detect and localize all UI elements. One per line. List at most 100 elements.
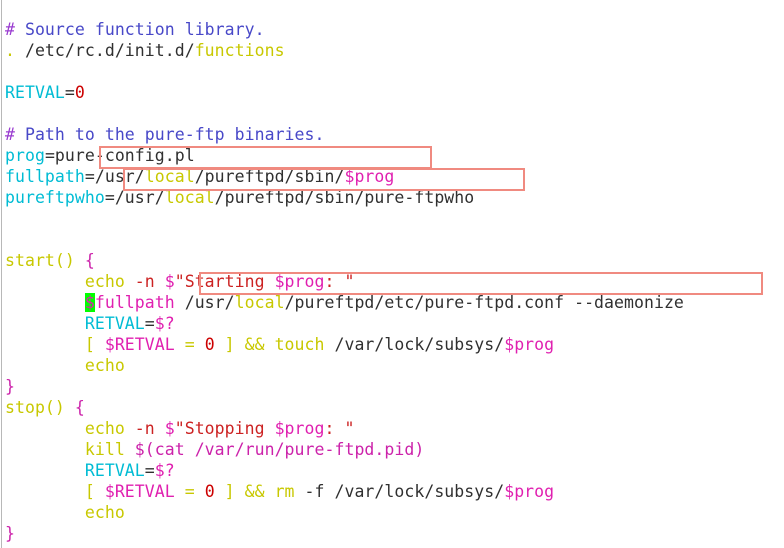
code-token: start() — [5, 250, 75, 270]
code-line[interactable]: RETVAL=$? — [5, 460, 684, 481]
code-line[interactable]: echo -n $"Stopping $prog: " — [5, 418, 684, 439]
code-token: # — [5, 124, 15, 144]
code-line[interactable] — [5, 208, 684, 229]
code-line[interactable]: echo -n $"Starting $prog: " — [5, 271, 684, 292]
code-token: { — [74, 397, 85, 417]
code-line[interactable]: } — [5, 376, 684, 397]
code-token: = — [184, 334, 195, 354]
code-line[interactable]: fullpath=/usr/local/pureftpd/sbin/$prog — [5, 166, 684, 187]
code-token: $prog — [274, 271, 325, 291]
code-token: $prog — [504, 334, 555, 354]
code-token: /usr/ — [174, 292, 235, 312]
code-token: && — [244, 334, 265, 354]
code-token: $ — [164, 418, 175, 438]
code-token: /pureftpd/sbin/pure-ftpwho — [214, 187, 475, 207]
code-token: . — [5, 40, 15, 60]
code-token: /var/lock/subsys/ — [324, 481, 505, 501]
code-token: functions — [194, 40, 285, 60]
code-viewer[interactable]: # Source function library.. /etc/rc.d/in… — [0, 0, 784, 548]
code-token: $prog — [274, 418, 325, 438]
code-token: $prog — [344, 166, 395, 186]
code-token: 0 — [204, 334, 215, 354]
code-token: $prog — [504, 481, 555, 501]
code-line[interactable]: echo — [5, 502, 684, 523]
code-line[interactable]: stop() { — [5, 397, 684, 418]
code-token: : " — [324, 418, 355, 438]
code-line[interactable] — [5, 61, 684, 82]
code-token: pureftpwho — [5, 187, 105, 207]
code-line[interactable]: # Path to the pure-ftp binaries. — [5, 124, 684, 145]
code-line[interactable] — [5, 229, 684, 250]
code-line[interactable]: start() { — [5, 250, 684, 271]
code-token: fullpath — [5, 166, 85, 186]
code-line[interactable]: # Source function library. — [5, 19, 684, 40]
code-token: /pureftpd/etc/pure-ftpd.conf --daemonize — [284, 292, 684, 312]
code-token: local — [234, 292, 285, 312]
code-token: = — [184, 481, 195, 501]
code-token: -n — [134, 418, 155, 438]
code-line[interactable] — [5, 103, 684, 124]
code-token: local — [144, 166, 195, 186]
code-token: } — [5, 523, 15, 543]
code-token: $ — [164, 271, 175, 291]
code-token: "Stopping — [174, 418, 275, 438]
code-token: RETVAL — [84, 313, 145, 333]
code-token: Source function library. — [14, 19, 265, 39]
code-token: kill — [84, 439, 125, 459]
code-token: touch — [274, 334, 325, 354]
code-token: : " — [324, 271, 355, 291]
code-token: /pureftpd/sbin/ — [194, 166, 345, 186]
code-token: $RETVAL — [104, 334, 175, 354]
code-token: { — [84, 250, 95, 270]
code-token: fullpath — [94, 292, 175, 312]
code-line[interactable]: [ $RETVAL = 0 ] && touch /var/lock/subsy… — [5, 334, 684, 355]
code-token: 0 — [74, 82, 85, 102]
code-token: $? — [154, 313, 175, 333]
code-line[interactable]: kill $(cat /var/run/pure-ftpd.pid) — [5, 439, 684, 460]
code-token: -n — [134, 271, 155, 291]
code-token: && — [244, 481, 265, 501]
code-line[interactable]: pureftpwho=/usr/local/pureftpd/sbin/pure… — [5, 187, 684, 208]
code-token: $RETVAL — [104, 481, 175, 501]
code-line[interactable]: RETVAL=0 — [5, 82, 684, 103]
code-line[interactable]: . /etc/rc.d/init.d/functions — [5, 40, 684, 61]
code-token: echo — [84, 271, 125, 291]
code-line[interactable]: RETVAL=$? — [5, 313, 684, 334]
code-token: /etc/rc.d/init.d/ — [14, 40, 195, 60]
code-line[interactable]: prog=pure-config.pl — [5, 145, 684, 166]
code-line[interactable]: } — [5, 523, 684, 544]
code-token: "Starting — [174, 271, 275, 291]
code-token: /var/lock/subsys/ — [324, 334, 505, 354]
code-token: RETVAL — [5, 82, 65, 102]
code-line[interactable]: $fullpath /usr/local/pureftpd/etc/pure-f… — [5, 292, 684, 313]
code-token: RETVAL — [84, 460, 145, 480]
code-token: local — [164, 187, 215, 207]
code-line[interactable]: echo — [5, 355, 684, 376]
code-line[interactable]: [ $RETVAL = 0 ] && rm -f /var/lock/subsy… — [5, 481, 684, 502]
code-token: =/usr/ — [104, 187, 165, 207]
code-token: = — [144, 313, 155, 333]
code-token: $? — [154, 460, 175, 480]
code-text-area[interactable]: # Source function library.. /etc/rc.d/in… — [0, 17, 684, 544]
